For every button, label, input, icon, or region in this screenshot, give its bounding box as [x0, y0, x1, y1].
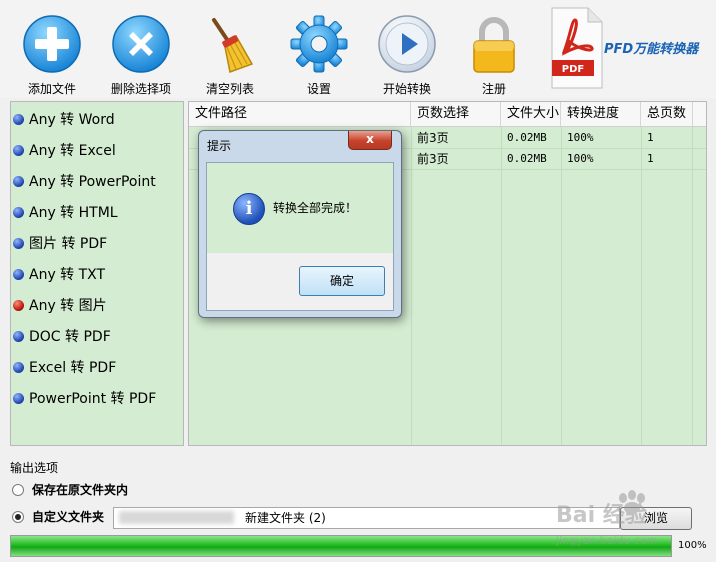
- overall-progress-bar: [10, 535, 672, 557]
- conversion-item-any-to-html[interactable]: Any 转 HTML: [13, 202, 118, 224]
- radio-off-icon: [12, 484, 24, 496]
- column-divider: [561, 126, 562, 445]
- settings-button[interactable]: 设置: [279, 8, 359, 96]
- info-icon: i: [233, 193, 265, 225]
- cell-size: 0.02MB: [507, 152, 547, 165]
- conversion-item-any-to-powerpoint[interactable]: Any 转 PowerPoint: [13, 171, 156, 193]
- conversion-item-label: Any 转 Word: [29, 112, 115, 128]
- bullet-icon: [13, 269, 24, 280]
- settings-label: 设置: [306, 82, 331, 96]
- delete-selected-button[interactable]: 删除选择项: [101, 8, 181, 96]
- output-path-field[interactable]: 新建文件夹 (2): [113, 507, 620, 529]
- radio-label: 保存在原文件夹内: [32, 483, 129, 497]
- register-button[interactable]: 注册: [454, 8, 534, 96]
- register-label: 注册: [481, 82, 506, 96]
- bullet-icon: [13, 238, 24, 249]
- browse-button[interactable]: 浏览: [620, 507, 692, 530]
- conversion-item-any-to-image[interactable]: Any 转 图片: [13, 295, 107, 317]
- cell-total: 1: [647, 131, 654, 144]
- bullet-icon: [13, 176, 24, 187]
- bullet-active-icon: [13, 300, 24, 311]
- bullet-icon: [13, 114, 24, 125]
- app-logo: PDF PFD万能转换器: [548, 6, 713, 90]
- add-file-button[interactable]: 添加文件: [12, 8, 92, 96]
- column-header-file-path[interactable]: 文件路径: [189, 102, 411, 126]
- radio-label: 自定义文件夹: [32, 510, 105, 524]
- bullet-icon: [13, 145, 24, 156]
- progress-fill: [11, 536, 671, 556]
- cell-pages: 前3页: [417, 152, 449, 166]
- dialog-footer: 确定: [207, 253, 393, 310]
- clear-list-button[interactable]: 清空列表: [190, 8, 270, 96]
- cell-total: 1: [647, 152, 654, 165]
- bullet-icon: [13, 331, 24, 342]
- table-header: 文件路径 页数选择 文件大小 转换进度 总页数: [189, 102, 706, 127]
- conversion-item-label: DOC 转 PDF: [29, 329, 111, 345]
- conversion-item-label: PowerPoint 转 PDF: [29, 391, 157, 407]
- column-header-total-pages[interactable]: 总页数: [641, 102, 693, 126]
- column-divider: [692, 126, 693, 445]
- close-icon: x: [366, 132, 374, 146]
- conversion-type-list: Any 转 Word Any 转 Excel Any 转 PowerPoint …: [10, 101, 184, 446]
- output-path-value: 新建文件夹 (2): [245, 511, 326, 525]
- dialog-message: 转换全部完成！: [273, 201, 358, 215]
- conversion-item-doc-to-pdf[interactable]: DOC 转 PDF: [13, 326, 111, 348]
- conversion-item-label: Any 转 图片: [29, 298, 107, 314]
- output-options-title: 输出选项: [10, 461, 59, 475]
- bullet-icon: [13, 393, 24, 404]
- add-file-label: 添加文件: [27, 82, 76, 96]
- conversion-item-label: Any 转 TXT: [29, 267, 106, 283]
- lock-icon: [473, 17, 515, 73]
- bullet-icon: [13, 207, 24, 218]
- cell-progress: 100%: [567, 152, 594, 165]
- column-header-progress[interactable]: 转换进度: [561, 102, 641, 126]
- conversion-item-image-to-pdf[interactable]: 图片 转 PDF: [13, 233, 107, 255]
- conversion-item-label: Any 转 Excel: [29, 143, 116, 159]
- clear-list-label: 清空列表: [205, 82, 254, 96]
- cell-progress: 100%: [567, 131, 594, 144]
- dialog-title: 提示: [207, 139, 232, 153]
- toolbar: 添加文件 删除选择项 清空列表 设置 开始转换 注册 PDF PFD万能转换器: [0, 0, 716, 98]
- progress-percent-text: 100%: [678, 540, 707, 551]
- conversion-item-label: Any 转 PowerPoint: [29, 174, 156, 190]
- radio-save-in-original-folder[interactable]: 保存在原文件夹内: [12, 482, 128, 498]
- start-convert-label: 开始转换: [382, 82, 431, 96]
- conversion-item-any-to-txt[interactable]: Any 转 TXT: [13, 264, 105, 286]
- cell-size: 0.02MB: [507, 131, 547, 144]
- radio-custom-folder[interactable]: 自定义文件夹: [12, 509, 104, 525]
- cell-pages: 前3页: [417, 131, 449, 145]
- blurred-path-segment: [119, 511, 234, 524]
- pdf-file-icon: PDF: [551, 7, 603, 89]
- radio-on-icon: [12, 511, 24, 523]
- conversion-item-excel-to-pdf[interactable]: Excel 转 PDF: [13, 357, 116, 379]
- column-divider: [501, 126, 502, 445]
- x-icon: [112, 15, 170, 73]
- column-header-page-select[interactable]: 页数选择: [411, 102, 501, 126]
- plus-icon: [23, 15, 81, 73]
- conversion-item-label: Any 转 HTML: [29, 205, 118, 221]
- dialog-body: i 转换全部完成！ 确定: [206, 162, 394, 311]
- conversion-item-label: 图片 转 PDF: [29, 236, 108, 252]
- pdf-badge-text: PDF: [562, 64, 584, 75]
- column-divider: [411, 126, 412, 445]
- column-divider: [641, 126, 642, 445]
- start-convert-button[interactable]: 开始转换: [367, 8, 447, 96]
- delete-selected-label: 删除选择项: [110, 82, 171, 96]
- conversion-item-any-to-word[interactable]: Any 转 Word: [13, 109, 115, 131]
- play-icon: [378, 15, 436, 73]
- gear-icon: [290, 15, 348, 73]
- dialog-close-button[interactable]: x: [348, 131, 392, 150]
- ok-button[interactable]: 确定: [299, 266, 385, 296]
- conversion-item-any-to-excel[interactable]: Any 转 Excel: [13, 140, 116, 162]
- bullet-icon: [13, 362, 24, 373]
- broom-icon: [212, 18, 254, 74]
- dialog-content: i 转换全部完成！: [207, 163, 393, 253]
- column-header-file-size[interactable]: 文件大小: [501, 102, 561, 126]
- conversion-item-powerpoint-to-pdf[interactable]: PowerPoint 转 PDF: [13, 388, 156, 410]
- app-title: PFD万能转换器: [604, 42, 699, 57]
- completion-dialog: 提示 x i 转换全部完成！ 确定: [198, 130, 402, 318]
- conversion-item-label: Excel 转 PDF: [29, 360, 117, 376]
